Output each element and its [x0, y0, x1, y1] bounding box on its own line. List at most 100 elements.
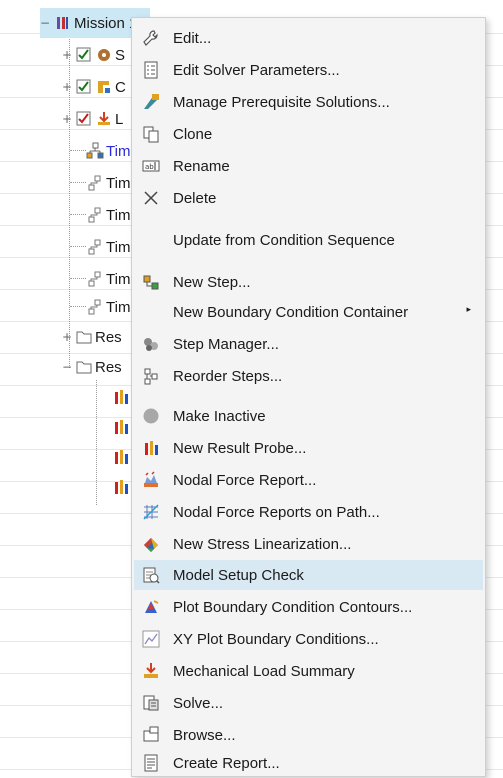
checkbox-icon[interactable]: [75, 78, 93, 96]
tree-row-label: S: [115, 46, 126, 64]
reorder-icon: [142, 367, 160, 385]
result-probe-icon: [112, 478, 130, 496]
time-step-icon: [86, 298, 104, 316]
menu-item-xy-plot-boundary-conditions[interactable]: XY Plot Boundary Conditions...: [134, 624, 483, 654]
prerequisite-icon: [142, 93, 160, 111]
constraint-icon: [95, 78, 113, 96]
tree-root-label: Mission 1: [74, 14, 138, 32]
tree-row-label: Tim: [106, 238, 131, 256]
menu-item-make-inactive[interactable]: Make Inactive: [134, 401, 483, 431]
clone-icon: [142, 125, 160, 143]
stress-linearization-icon: [142, 535, 160, 553]
time-step-icon: [86, 206, 104, 224]
tree-row-label: Tim: [106, 142, 131, 160]
delete-icon: [142, 189, 160, 207]
tree-row[interactable]: + Res: [62, 322, 122, 352]
tree-row[interactable]: Tim: [86, 200, 130, 230]
load-summary-icon: [142, 662, 160, 680]
time-step-icon: [86, 238, 104, 256]
tree-connector: [70, 278, 86, 279]
result-probe-icon: [112, 448, 130, 466]
collapse-toggle[interactable]: −: [40, 17, 50, 29]
checkbox-icon[interactable]: [75, 110, 93, 128]
expand-toggle[interactable]: +: [62, 81, 72, 93]
menu-item-create-report[interactable]: Create Report...: [134, 748, 483, 778]
expand-toggle[interactable]: +: [62, 49, 72, 61]
load-icon: [95, 110, 113, 128]
tree-row-label: Tim: [106, 174, 131, 192]
tree-row-label: Tim: [106, 298, 131, 316]
tree-row-label: Res: [95, 358, 122, 376]
tree-row[interactable]: Tim: [86, 168, 130, 198]
time-step-active-icon: [86, 142, 104, 160]
menu-item-nodal-force-reports-on-path[interactable]: Nodal Force Reports on Path...: [134, 497, 483, 527]
tree-connector: [70, 306, 86, 307]
tree-row-label: Res: [95, 328, 122, 346]
tree-row-label: Tim: [106, 270, 131, 288]
menu-item-edit-solver-parameters[interactable]: Edit Solver Parameters...: [134, 55, 483, 85]
result-probe-icon: [142, 439, 160, 457]
menu-item-reorder-steps[interactable]: Reorder Steps...: [134, 361, 483, 391]
expand-toggle[interactable]: +: [62, 113, 72, 125]
menu-item-nodal-force-report[interactable]: Nodal Force Report...: [134, 465, 483, 495]
menu-item-edit[interactable]: Edit...: [134, 23, 483, 53]
tree-connector: [70, 214, 86, 215]
step-manager-icon: [142, 335, 160, 353]
expand-toggle[interactable]: +: [62, 331, 72, 343]
xy-plot-icon: [142, 630, 160, 648]
tree-row-label: C: [115, 78, 126, 96]
rename-icon: ab: [142, 157, 160, 175]
menu-item-clone[interactable]: Clone: [134, 119, 483, 149]
inactive-circle-icon: [142, 407, 160, 425]
tree-connector: [96, 380, 97, 505]
tree-row[interactable]: Tim: [86, 292, 130, 322]
tree-connector: [70, 150, 86, 151]
menu-item-manage-prerequisite-solutions[interactable]: Manage Prerequisite Solutions...: [134, 87, 483, 117]
browse-icon: [142, 726, 160, 744]
menu-item-delete[interactable]: Delete: [134, 183, 483, 213]
tree-row[interactable]: Tim: [86, 136, 130, 166]
tree-connector: [70, 182, 86, 183]
svg-text:ab: ab: [145, 163, 154, 171]
submenu-arrow-icon: ▸: [466, 305, 471, 315]
tree-row-label: L: [115, 110, 124, 128]
contours-icon: [142, 598, 160, 616]
menu-item-model-setup-check[interactable]: Model Setup Check: [134, 560, 483, 590]
menu-item-mechanical-load-summary[interactable]: Mechanical Load Summary: [134, 656, 483, 686]
checkbox-icon[interactable]: [75, 46, 93, 64]
nodal-force-path-icon: [142, 503, 160, 521]
tree-row[interactable]: − Res: [62, 352, 122, 382]
menu-item-browse[interactable]: Browse...: [134, 720, 483, 750]
tree-row[interactable]: + L: [62, 104, 123, 134]
parameters-icon: [142, 61, 160, 79]
tree-row[interactable]: + S: [62, 40, 125, 70]
time-step-icon: [86, 270, 104, 288]
time-step-icon: [86, 174, 104, 192]
context-menu: Edit... Edit Solver Parameters... Manage…: [131, 17, 486, 777]
result-probe-icon: [112, 388, 130, 406]
tree-row-label: Tim: [106, 206, 131, 224]
model-check-icon: [142, 566, 160, 584]
report-icon: [142, 754, 160, 772]
menu-item-update-from-condition-sequence[interactable]: Update from Condition Sequence: [134, 225, 483, 255]
menu-item-solve[interactable]: Solve...: [134, 688, 483, 718]
mission-icon: [54, 14, 72, 32]
menu-item-new-result-probe[interactable]: New Result Probe...: [134, 433, 483, 463]
tree-row[interactable]: Tim: [86, 232, 130, 262]
menu-item-new-stress-linearization[interactable]: New Stress Linearization...: [134, 529, 483, 559]
nodal-force-icon: [142, 471, 160, 489]
menu-item-new-step[interactable]: New Step...: [134, 267, 483, 297]
menu-item-plot-boundary-condition-contours[interactable]: Plot Boundary Condition Contours...: [134, 592, 483, 622]
tree-row[interactable]: + C: [62, 72, 126, 102]
tree-row[interactable]: Tim: [86, 264, 130, 294]
tree-connector: [70, 246, 86, 247]
folder-icon: [75, 328, 93, 346]
collapse-toggle[interactable]: −: [62, 361, 72, 373]
simulation-icon: [95, 46, 113, 64]
result-probe-icon: [112, 418, 130, 436]
menu-item-rename[interactable]: ab Rename: [134, 151, 483, 181]
menu-item-new-boundary-condition-container[interactable]: New Boundary Condition Container ▸: [134, 297, 483, 327]
wrench-icon: [142, 29, 160, 47]
menu-item-step-manager[interactable]: Step Manager...: [134, 329, 483, 359]
folder-icon: [75, 358, 93, 376]
